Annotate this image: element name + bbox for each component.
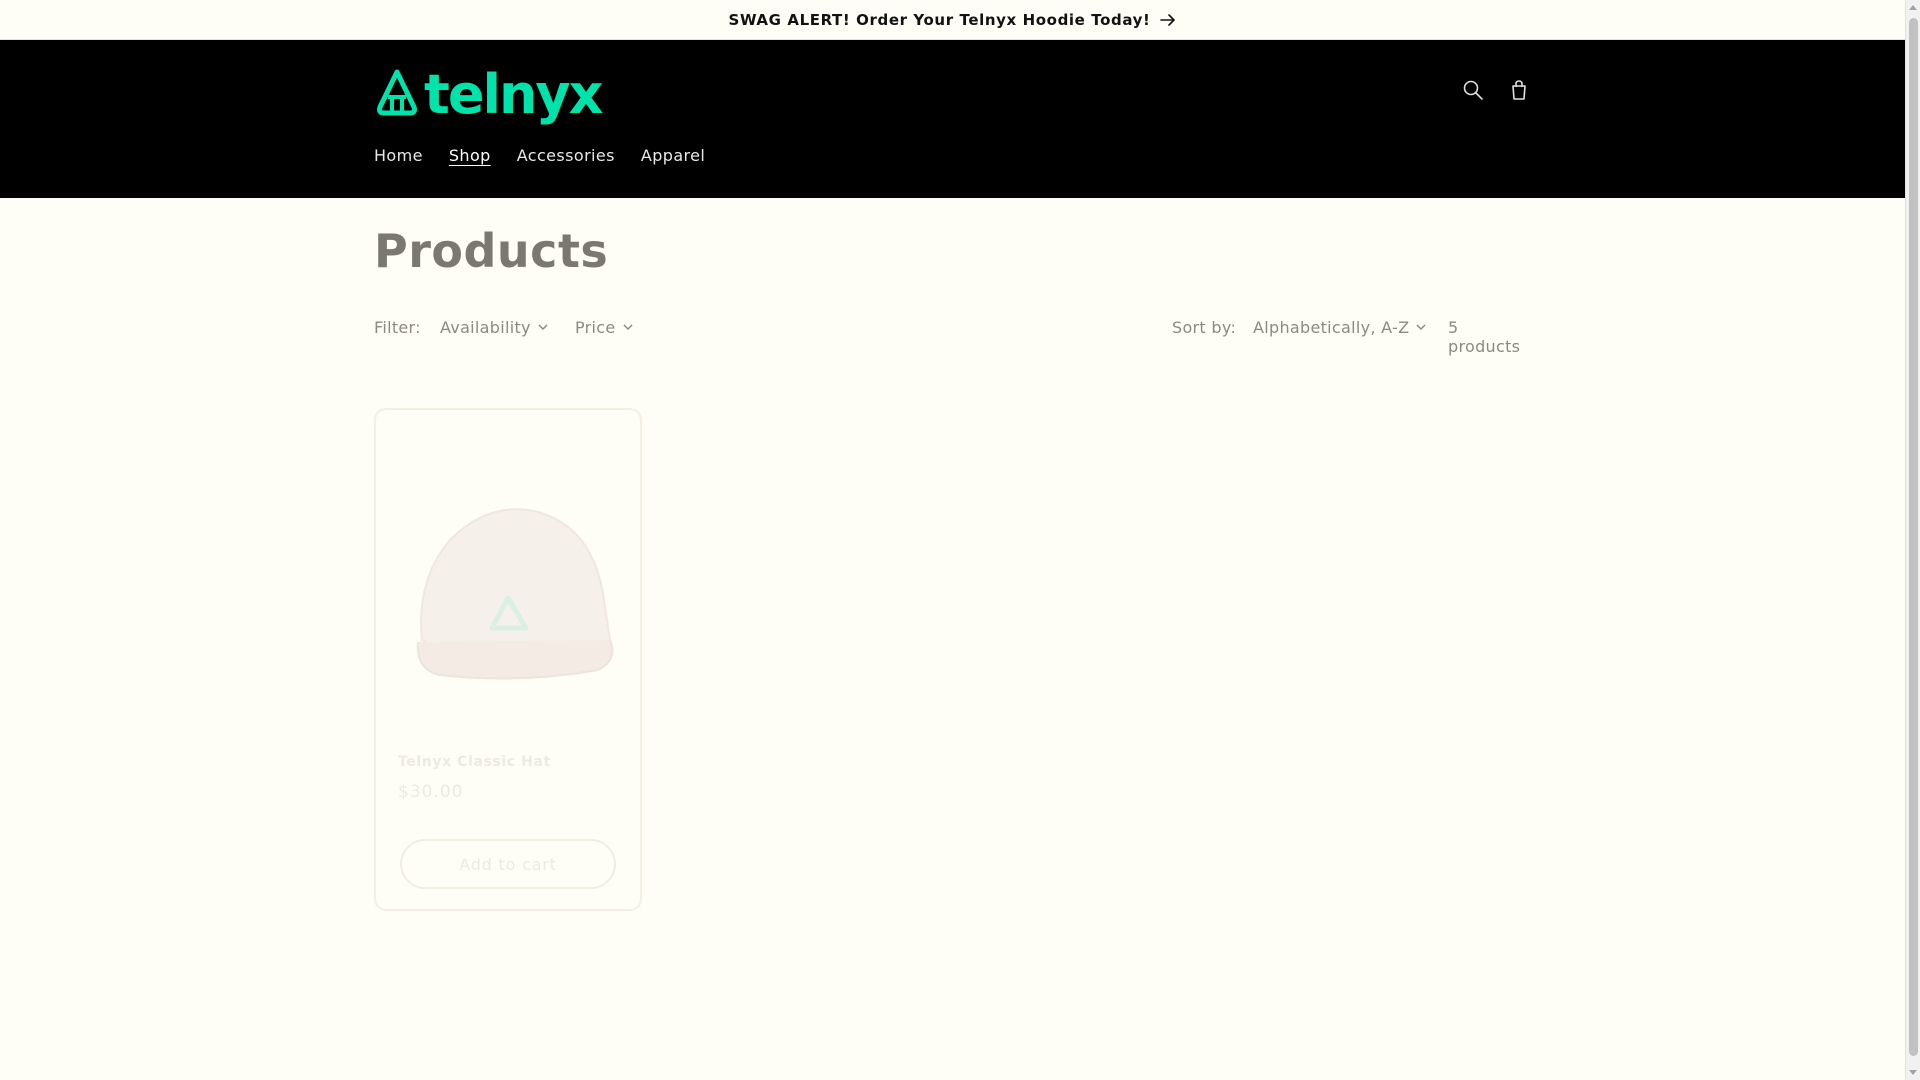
main-nav: Home Shop Accessories Apparel	[374, 146, 731, 165]
chevron-down-icon	[623, 324, 633, 331]
logo-text: telnyx	[424, 63, 603, 126]
availability-filter[interactable]: Availability	[440, 318, 548, 337]
product-price: $30.00	[398, 782, 464, 802]
product-image[interactable]	[398, 470, 622, 700]
logo[interactable]: telnyx	[374, 63, 603, 126]
scrollbar-thumb[interactable]	[1909, 18, 1918, 1056]
search-button[interactable]	[1451, 70, 1495, 114]
filter-label: Filter:	[374, 318, 421, 337]
chevron-down-icon	[538, 324, 548, 331]
filter-bar: Filter: Availability Price Sort by: Alph…	[374, 318, 1530, 356]
announcement-bar[interactable]: SWAG ALERT! Order Your Telnyx Hoodie Tod…	[0, 0, 1905, 40]
add-to-cart-button[interactable]: Add to cart	[400, 839, 616, 889]
cart-icon	[1508, 79, 1530, 105]
hat-image	[416, 508, 614, 680]
product-count: 5 products	[1448, 318, 1521, 356]
nav-home[interactable]: Home	[374, 146, 423, 165]
nav-accessories[interactable]: Accessories	[517, 146, 615, 165]
page-title: Products	[374, 224, 609, 278]
product-card[interactable]: Telnyx Classic Hat $30.00 Add to cart	[374, 408, 642, 911]
telnyx-logo-icon	[374, 69, 420, 121]
price-filter[interactable]: Price	[575, 318, 633, 337]
scroll-up-icon[interactable]	[1909, 5, 1917, 10]
arrow-right-icon	[1160, 13, 1176, 26]
sort-select[interactable]: Alphabetically, A-Z	[1253, 318, 1426, 337]
nav-shop[interactable]: Shop	[449, 146, 491, 165]
price-label: Price	[575, 318, 616, 337]
chevron-down-icon	[1416, 324, 1426, 331]
nav-apparel[interactable]: Apparel	[641, 146, 705, 165]
site-header: telnyx Home Shop Accessories Apparel	[0, 40, 1905, 198]
scroll-down-icon[interactable]	[1909, 1070, 1917, 1075]
announcement-text: SWAG ALERT! Order Your Telnyx Hoodie Tod…	[728, 10, 1151, 29]
availability-label: Availability	[440, 318, 531, 337]
sort-value: Alphabetically, A-Z	[1253, 318, 1410, 337]
cart-button[interactable]	[1497, 70, 1541, 114]
page-scrollbar[interactable]	[1905, 0, 1920, 1080]
product-title[interactable]: Telnyx Classic Hat	[398, 754, 551, 770]
search-icon	[1462, 79, 1484, 105]
sort-label: Sort by:	[1172, 318, 1237, 337]
